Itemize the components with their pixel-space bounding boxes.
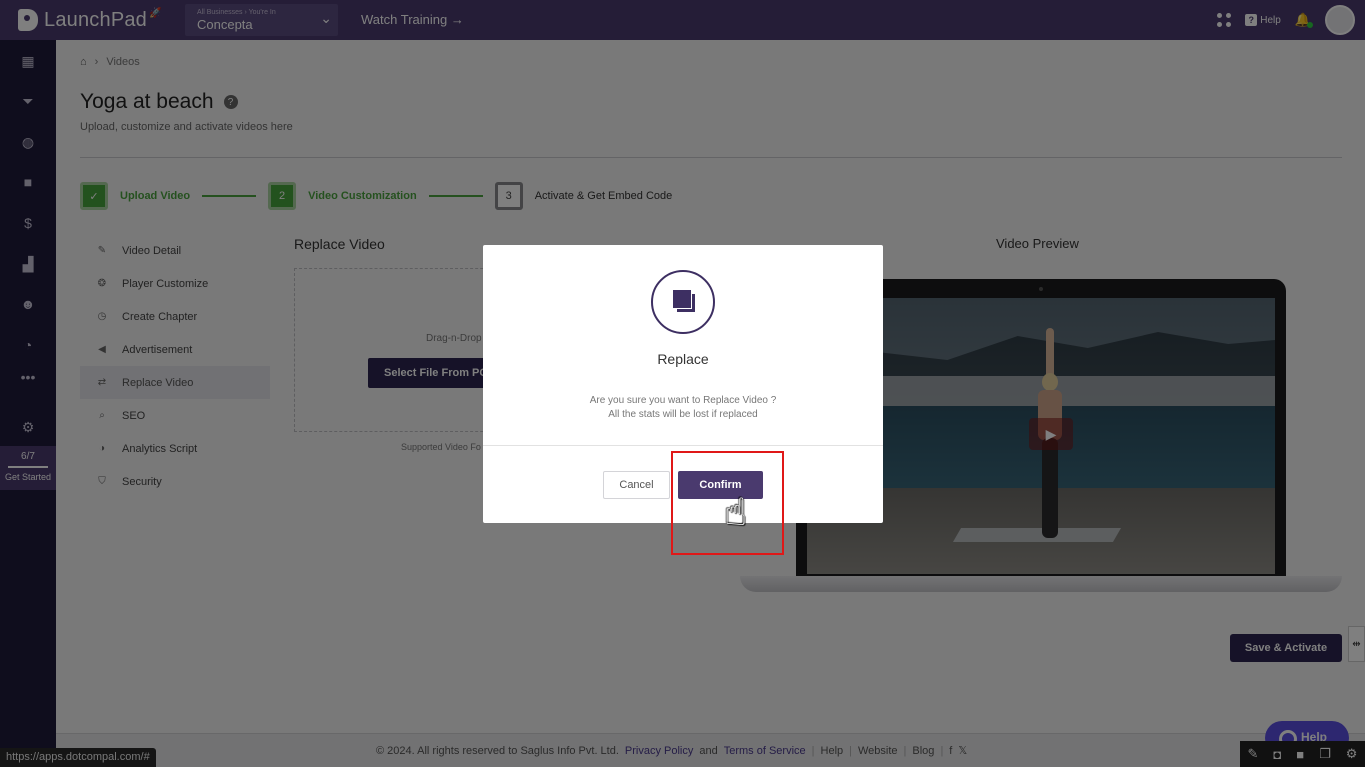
dialog-message-line-1: Are you sure you want to Replace Video ? bbox=[589, 395, 777, 406]
replace-icon bbox=[651, 270, 715, 334]
dialog-message-line-2: All the stats will be lost if replaced bbox=[608, 409, 758, 420]
dialog-message: Are you sure you want to Replace Video ?… bbox=[483, 394, 883, 422]
dialog-divider bbox=[483, 445, 883, 446]
hand-pointer-cursor-icon: ☝ bbox=[724, 492, 748, 534]
dialog-title: Replace bbox=[657, 351, 709, 367]
cancel-button[interactable]: Cancel bbox=[603, 471, 670, 499]
